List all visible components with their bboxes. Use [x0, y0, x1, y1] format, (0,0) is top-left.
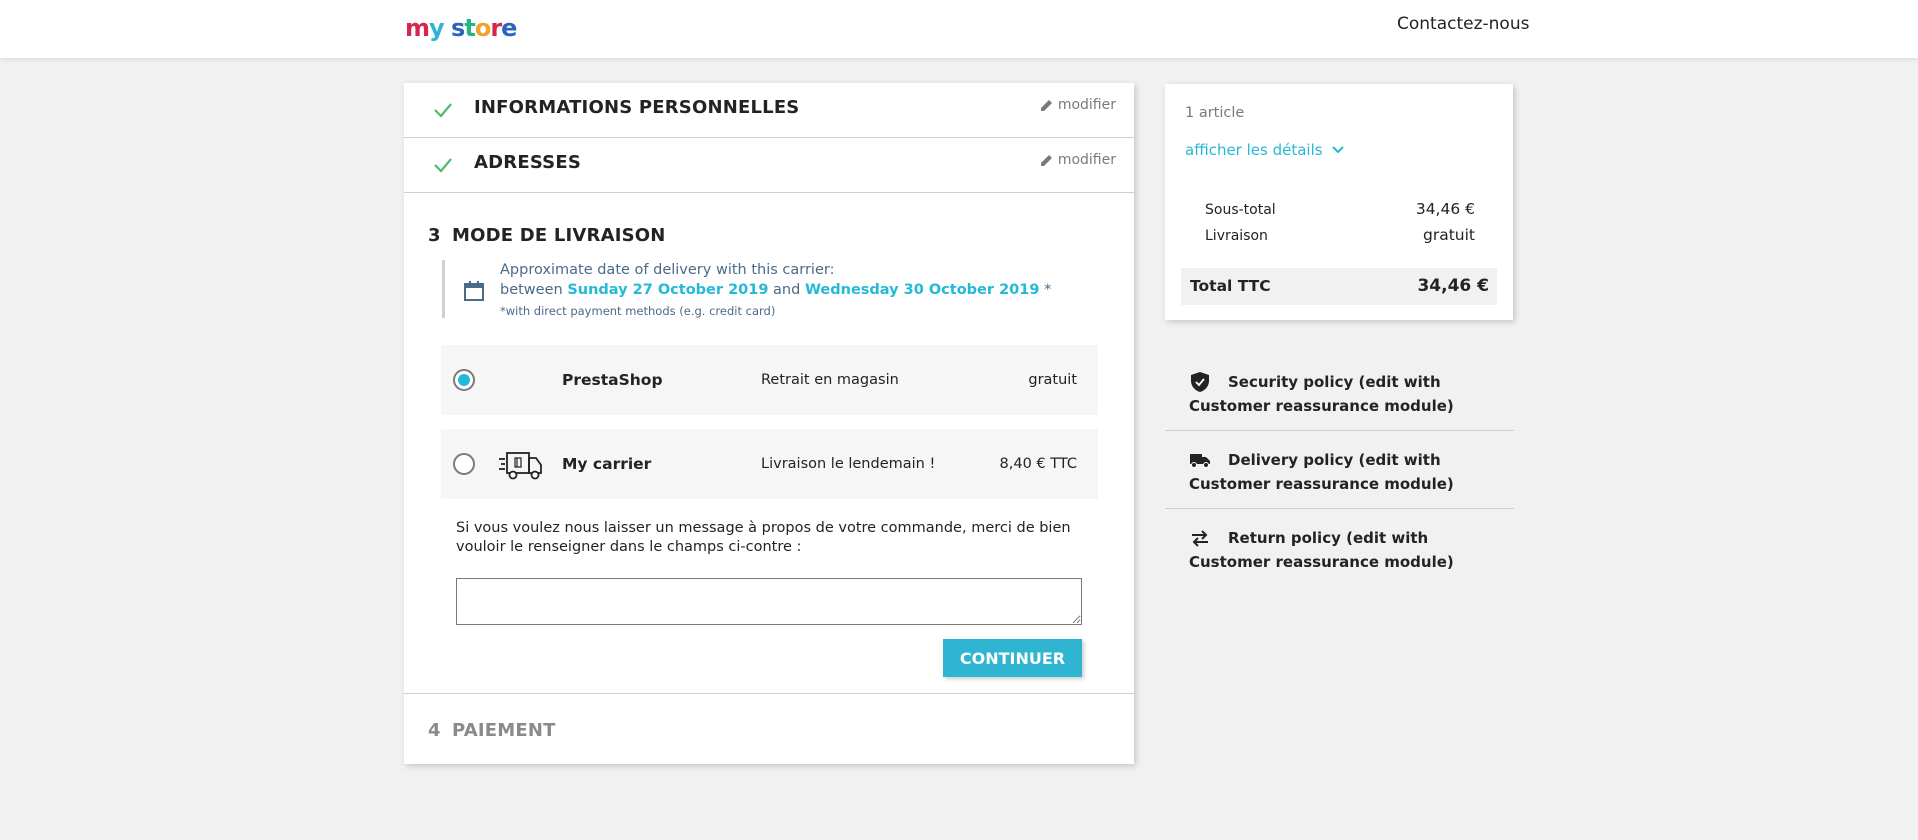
- step-title: INFORMATIONS PERSONNELLES: [474, 97, 800, 118]
- carrier-option[interactable]: PrestaShop Retrait en magasin gratuit: [441, 345, 1098, 415]
- order-message-input[interactable]: [456, 578, 1082, 625]
- order-message-label: Si vous voulez nous laisser un message à…: [456, 520, 1071, 555]
- delivery-date-from: Sunday 27 October 2019: [567, 282, 769, 298]
- carrier-delay: Retrait en magasin: [761, 372, 899, 388]
- carrier-radio[interactable]: [453, 453, 475, 475]
- show-details-label: afficher les détails: [1185, 141, 1323, 159]
- logo-letter: o: [474, 14, 491, 42]
- total-label: Total TTC: [1190, 277, 1271, 295]
- edit-label: modifier: [1057, 97, 1116, 113]
- step-number: 3: [428, 225, 441, 246]
- total-row: Total TTC 34,46 €: [1181, 268, 1497, 305]
- reassurance-item-delivery: Delivery policy (edit with Customer reas…: [1165, 446, 1514, 509]
- shipping-label: Livraison: [1205, 228, 1268, 244]
- step-title: MODE DE LIVRAISON: [452, 225, 666, 246]
- pencil-icon: [1040, 155, 1052, 166]
- step-delivery: 3 MODE DE LIVRAISON Approximate date of …: [404, 193, 1134, 694]
- edit-personal-info-button[interactable]: modifier: [1040, 97, 1116, 113]
- reassurance-text: Return policy (edit with Customer reassu…: [1189, 529, 1454, 571]
- subtotal-label: Sous-total: [1205, 202, 1276, 218]
- calendar-icon: [464, 281, 484, 301]
- carrier-radio[interactable]: [453, 369, 475, 391]
- check-icon: [434, 103, 452, 118]
- step-payment: 4 PAIEMENT: [404, 694, 1134, 764]
- carrier-option[interactable]: My carrier Livraison le lendemain ! 8,40…: [441, 429, 1098, 499]
- carrier-name: My carrier: [562, 455, 652, 473]
- carrier-delay: Livraison le lendemain !: [761, 456, 936, 472]
- logo-letter: m: [405, 14, 430, 42]
- cart-summary: 1 article afficher les détails Sous-tota…: [1165, 84, 1513, 320]
- logo-letter: [444, 14, 451, 42]
- delivery-note: *with direct payment methods (e.g. credi…: [500, 304, 776, 318]
- reassurance-item-security: Security policy (edit with Customer reas…: [1165, 368, 1514, 431]
- edit-label: modifier: [1057, 152, 1116, 168]
- chevron-down-icon: [1331, 146, 1344, 154]
- delivery-prefix: between: [500, 282, 563, 298]
- step-personal-info[interactable]: INFORMATIONS PERSONNELLES modifier: [404, 83, 1134, 138]
- show-details-toggle[interactable]: afficher les détails: [1185, 141, 1345, 159]
- edit-addresses-button[interactable]: modifier: [1040, 152, 1116, 168]
- carrier-name: PrestaShop: [562, 371, 663, 389]
- reassurance-item-return: Return policy (edit with Customer reassu…: [1165, 524, 1514, 587]
- carrier-price: gratuit: [1028, 372, 1077, 388]
- delivery-asterisk: *: [1044, 282, 1052, 298]
- logo-letter: e: [501, 14, 517, 42]
- logo-letter: r: [490, 14, 502, 42]
- delivery-date-range: between Sunday 27 October 2019 and Wedne…: [500, 282, 1051, 298]
- site-header: my store Contactez-nous: [0, 0, 1918, 58]
- shipping-value: gratuit: [1423, 226, 1475, 244]
- step-addresses[interactable]: ADRESSES modifier: [404, 138, 1134, 193]
- subtotal-value: 34,46 €: [1415, 200, 1475, 218]
- shipping-row: Livraison gratuit: [1205, 226, 1475, 244]
- reassurance-text: Security policy (edit with Customer reas…: [1189, 373, 1454, 415]
- delivery-date-to: Wednesday 30 October 2019: [804, 282, 1040, 298]
- cart-item-count: 1 article: [1185, 105, 1245, 121]
- delivery-connector: and: [773, 282, 801, 298]
- truck-icon: [499, 452, 542, 480]
- delivery-date-info: Approximate date of delivery with this c…: [442, 260, 1051, 318]
- continue-button[interactable]: CONTINUER: [943, 639, 1082, 677]
- total-value: 34,46 €: [1417, 276, 1489, 296]
- step-title: ADRESSES: [474, 152, 582, 173]
- store-logo[interactable]: my store: [405, 14, 517, 42]
- reassurance-text: Delivery policy (edit with Customer reas…: [1189, 451, 1454, 493]
- step-title: PAIEMENT: [452, 720, 556, 741]
- contact-link[interactable]: Contactez-nous: [1397, 14, 1529, 34]
- logo-letter: y: [429, 14, 445, 42]
- check-icon: [434, 158, 452, 173]
- logo-letter: t: [464, 14, 476, 42]
- step-number: 4: [428, 720, 441, 741]
- subtotal-row: Sous-total 34,46 €: [1205, 200, 1475, 218]
- delivery-info-heading: Approximate date of delivery with this c…: [500, 262, 835, 278]
- logo-letter: s: [451, 14, 465, 42]
- checkout-steps: INFORMATIONS PERSONNELLES modifier ADRES…: [404, 83, 1134, 764]
- carrier-price: 8,40 € TTC: [999, 456, 1077, 472]
- pencil-icon: [1040, 100, 1052, 111]
